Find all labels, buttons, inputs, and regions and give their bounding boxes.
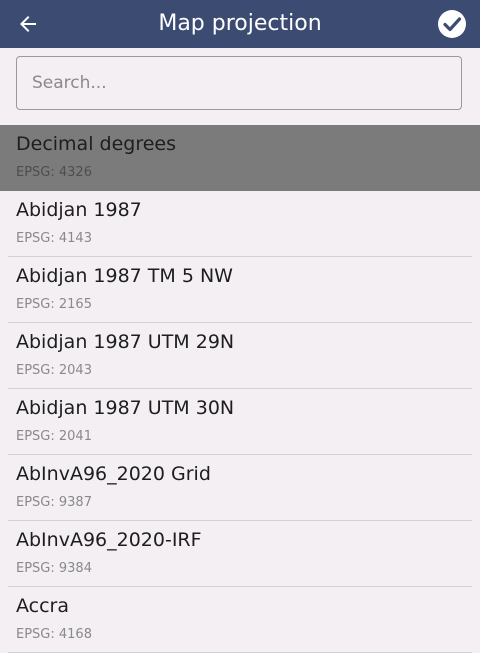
projection-item[interactable]: Abidjan 1987 TM 5 NW EPSG: 2165 <box>0 257 480 323</box>
projection-name: Abidjan 1987 UTM 29N <box>16 331 235 353</box>
projection-epsg-code: EPSG: 2165 <box>16 297 92 312</box>
projection-item[interactable]: Abidjan 1987 EPSG: 4143 <box>0 191 480 257</box>
projection-item[interactable]: Decimal degrees EPSG: 4326 <box>0 125 480 191</box>
app-bar: Map projection <box>0 0 480 48</box>
projection-name: AbInvA96_2020-IRF <box>16 529 202 551</box>
projection-name: Accra <box>16 595 70 617</box>
projection-item[interactable]: AbInvA96_2020-IRF EPSG: 9384 <box>0 521 480 587</box>
projection-epsg-code: EPSG: 4143 <box>16 231 92 246</box>
projection-epsg-code: EPSG: 9387 <box>16 495 92 510</box>
projection-epsg-code: EPSG: 9384 <box>16 561 92 576</box>
projection-name: Abidjan 1987 <box>16 199 142 221</box>
search-input[interactable] <box>17 57 461 109</box>
check-circle-icon <box>438 10 466 38</box>
projection-item[interactable]: Accra EPSG: 4168 <box>0 587 480 653</box>
projection-item[interactable]: Abidjan 1987 UTM 30N EPSG: 2041 <box>0 389 480 455</box>
projection-list: Decimal degrees EPSG: 4326 Abidjan 1987 EPS… <box>0 125 480 653</box>
projection-item[interactable]: Abidjan 1987 UTM 29N EPSG: 2043 <box>0 323 480 389</box>
projection-name: AbInvA96_2020 Grid <box>16 463 211 485</box>
projection-item[interactable]: AbInvA96_2020 Grid EPSG: 9387 <box>0 455 480 521</box>
projection-epsg-code: EPSG: 2043 <box>16 363 92 378</box>
projection-name: Abidjan 1987 UTM 30N <box>16 397 235 419</box>
projection-name: Decimal degrees <box>16 133 176 155</box>
projection-epsg-code: EPSG: 4326 <box>16 165 92 180</box>
confirm-button[interactable] <box>432 4 472 44</box>
projection-name: Abidjan 1987 TM 5 NW <box>16 265 233 287</box>
page-title: Map projection <box>158 11 322 36</box>
search-box <box>16 56 462 110</box>
projection-epsg-code: EPSG: 2041 <box>16 429 92 444</box>
